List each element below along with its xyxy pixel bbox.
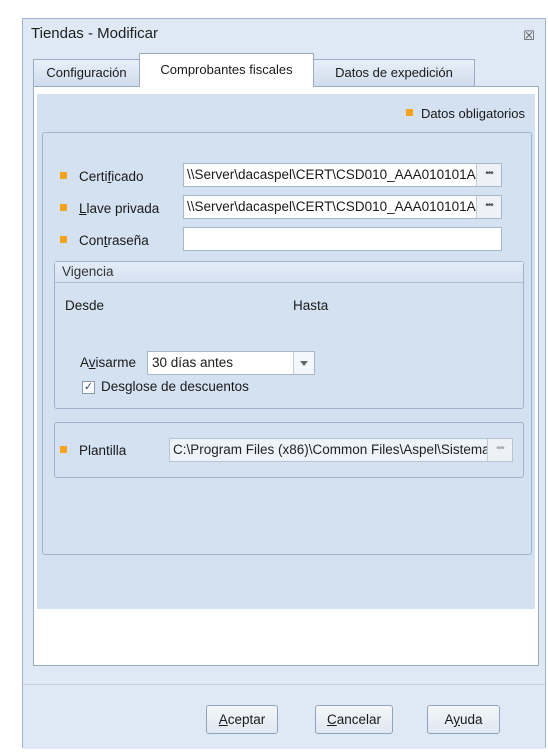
aceptar-button[interactable]: Aceptar [206,705,278,734]
required-legend: Datos obligatorios [405,106,525,121]
hasta-label: Hasta [293,298,329,313]
browse-llave-button[interactable]: ••• [476,196,501,218]
plantilla-field[interactable]: C:\Program Files (x86)\Common Files\Aspe… [169,438,513,462]
contrasena-label: Contraseña [60,233,149,248]
plantilla-label: Plantilla [60,443,126,458]
tab-datos-de-expedicion[interactable]: Datos de expedición [313,59,475,86]
desglose-label-mnemonic: g [125,379,133,394]
llave-privada-field[interactable]: \\Server\dacaspel\CERT\CSD010_AAA010101A… [183,195,502,219]
avisarme-label: Avisarme [80,355,136,370]
avisarme-label-text: A [80,355,89,370]
contrasena-label-text-end: raseña [107,233,149,248]
desglose-label[interactable]: Desglose de descuentos [101,379,249,394]
certificado-field[interactable]: \\Server\dacaspel\CERT\CSD010_AAA010101A… [183,163,502,187]
cancelar-button[interactable]: Cancelar [315,705,393,734]
tab-content: Datos obligatorios Certificado \\Server\… [33,86,539,666]
aceptar-label: ceptar [227,712,266,727]
desde-label: Desde [65,298,105,313]
ayuda-label: A [444,712,454,727]
ayuda-label-end: uda [459,712,483,727]
required-marker-icon [60,445,67,453]
fiscal-settings-box: Certificado \\Server\dacaspel\CERT\CSD01… [42,132,532,555]
button-bar: Aceptar Cancelar Ayuda [23,684,545,749]
desglose-label-text: Des [101,379,126,394]
desglose-checkbox[interactable]: ✓ [82,381,95,394]
ayuda-button[interactable]: Ayuda [427,705,500,734]
desglose-label-text-end: lose de descuentos [132,379,249,394]
cancelar-label: ancelar [336,712,382,727]
certificado-label: Certificado [60,169,144,184]
certificado-value: \\Server\dacaspel\CERT\CSD010_AAA010101A… [187,167,502,182]
cancelar-mnemonic: C [326,712,337,727]
plantilla-label-text: Plantilla [79,443,127,458]
title-bar: Tiendas - Modificar ☒ [23,19,545,53]
plantilla-group: Plantilla C:\Program Files (x86)\Common … [54,422,524,478]
close-icon[interactable]: ☒ [521,28,537,44]
avisarme-label-mnemonic: v [88,355,96,370]
required-marker-icon [60,235,67,243]
vigencia-group: Vigencia Desde Hasta Avisarme 30 días an… [54,261,524,409]
llave-label-text-end: lave privada [86,201,160,216]
required-marker-icon [60,203,67,211]
chevron-down-icon[interactable] [293,352,314,374]
llave-label-mnemonic: L [79,201,87,216]
certificado-label-text-end: icado [111,169,144,184]
dialog-window: Tiendas - Modificar ☒ Configuración Comp… [22,18,546,749]
certificado-label-text: Certi [79,169,108,184]
window-title: Tiendas - Modificar [31,25,158,42]
contrasena-field[interactable] [183,227,502,251]
tab-comprobantes-fiscales[interactable]: Comprobantes fiscales [139,53,314,87]
tab-strip: Configuración Comprobantes fiscales Dato… [33,53,545,87]
browse-plantilla-button[interactable]: ••• [487,439,512,461]
required-legend-text: Datos obligatorios [420,106,525,121]
llave-privada-value: \\Server\dacaspel\CERT\CSD010_AAA010101A… [187,199,502,214]
ayuda-mnemonic: y [453,712,460,727]
form-panel: Datos obligatorios Certificado \\Server\… [37,94,535,609]
avisarme-value: 30 días antes [152,355,234,370]
aceptar-mnemonic: A [218,712,228,727]
vigencia-title: Vigencia [55,262,523,283]
avisarme-label-text-end: isarme [95,355,137,370]
plantilla-value: C:\Program Files (x86)\Common Files\Aspe… [173,442,512,457]
required-marker-icon [405,109,413,117]
tab-configuracion[interactable]: Configuración [33,59,140,86]
avisarme-dropdown[interactable]: 30 días antes [147,351,315,375]
browse-certificado-button[interactable]: ••• [476,164,501,186]
contrasena-label-text: Con [79,233,104,248]
required-marker-icon [60,171,67,179]
llave-privada-label: Llave privada [60,201,159,216]
